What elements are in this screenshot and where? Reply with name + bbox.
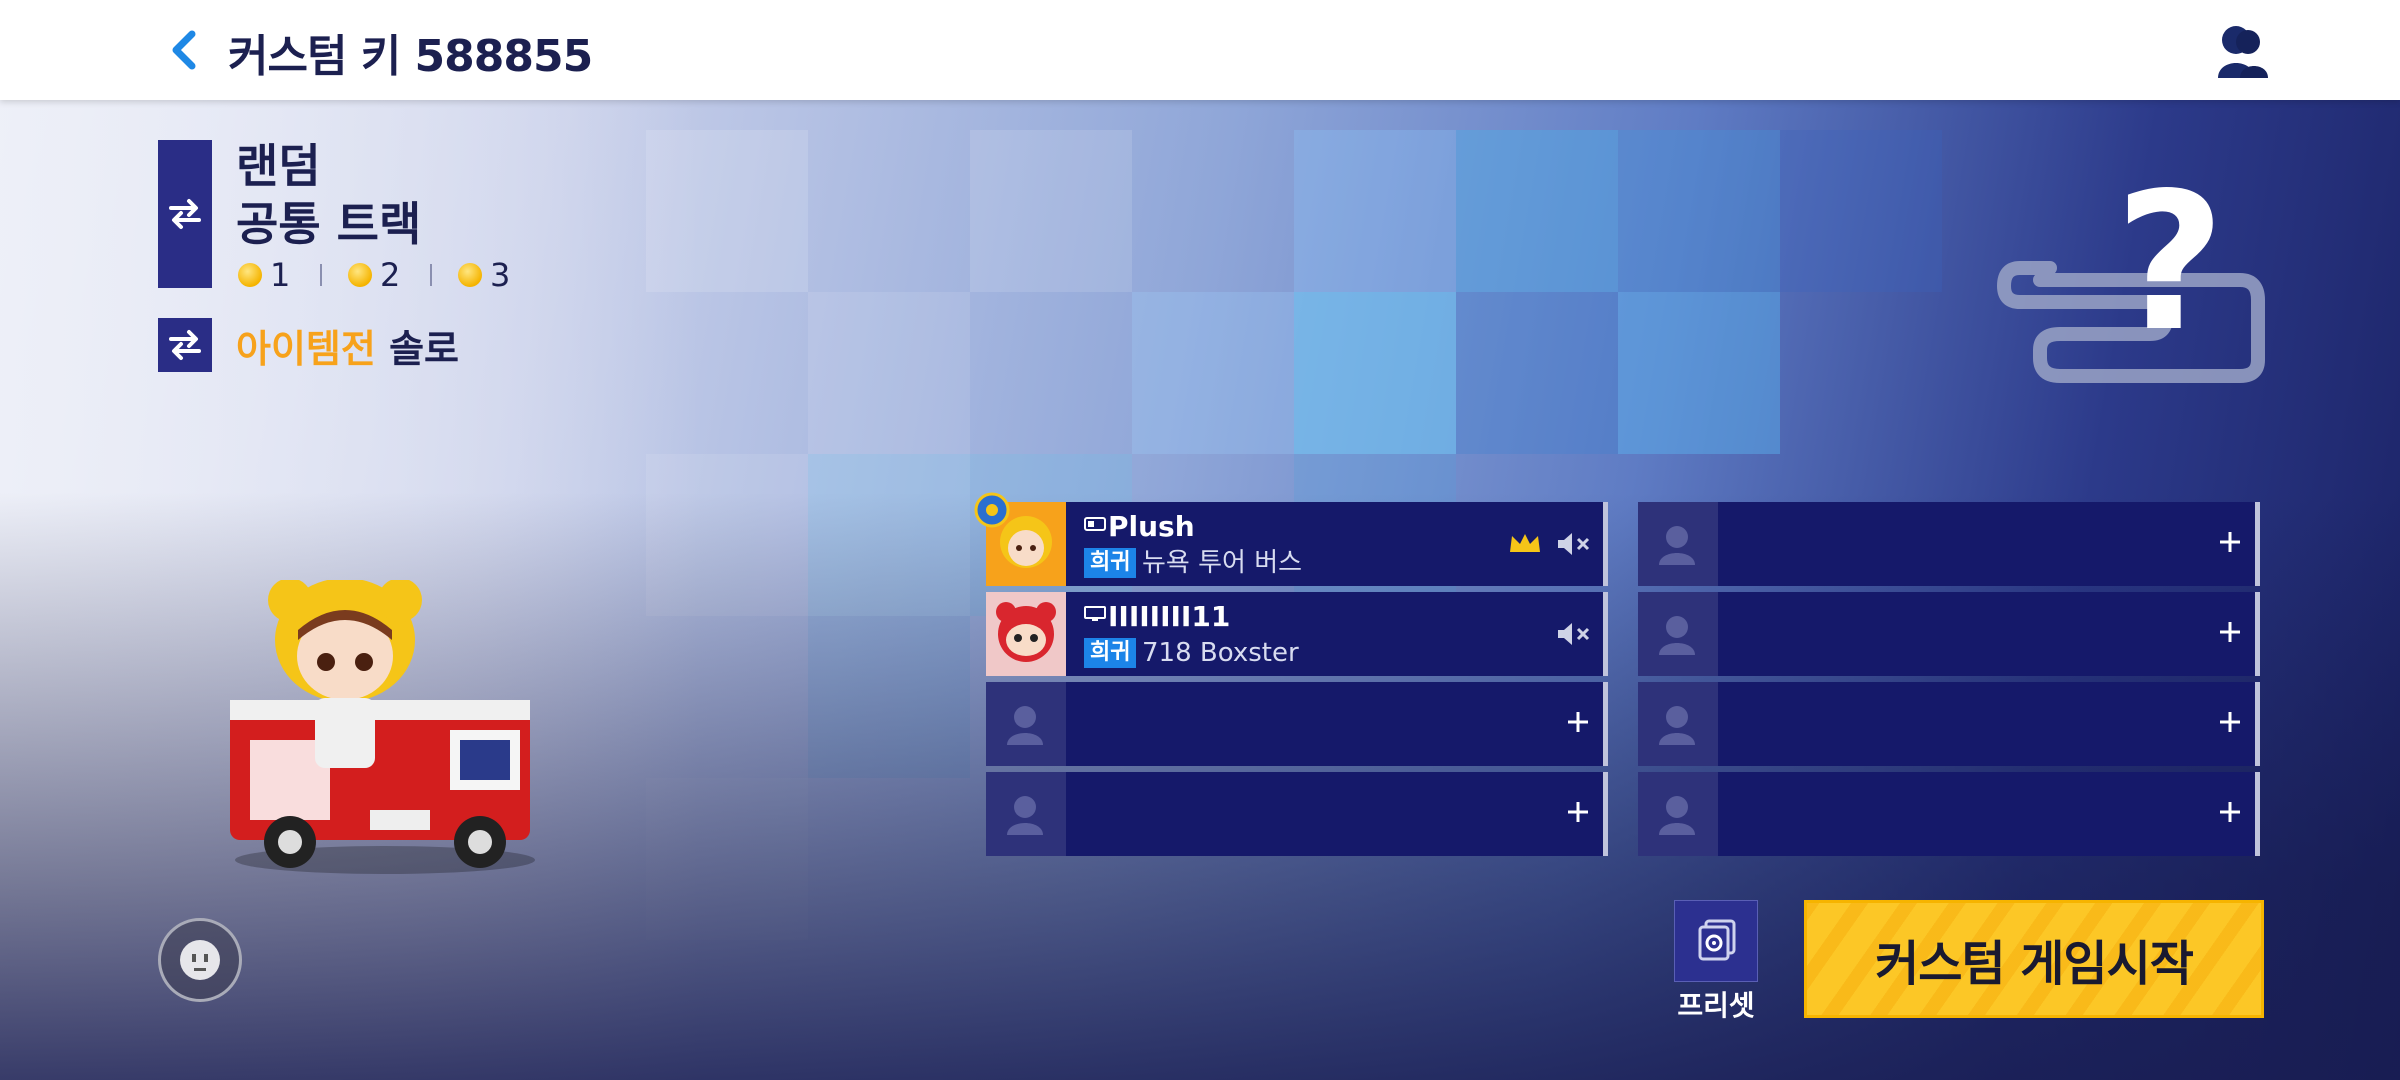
swap-icon [169, 330, 201, 360]
empty-slot[interactable] [1638, 682, 2260, 766]
slot-edge [2255, 682, 2260, 766]
character-kart-image [230, 580, 535, 874]
preset-button[interactable] [1674, 900, 1758, 982]
game-mode-label: 아이템전 솔로 [236, 318, 459, 373]
empty-slot[interactable] [1638, 502, 2260, 586]
user-placeholder-icon [1659, 526, 1695, 565]
user-placeholder-icon [1659, 616, 1695, 655]
plus-icon[interactable] [2212, 704, 2248, 740]
coin-reward-3: 3 [458, 256, 510, 294]
slot-edge [1603, 502, 1608, 586]
plus-icon[interactable] [1560, 794, 1596, 830]
divider [430, 264, 432, 286]
coin-icon [238, 263, 262, 287]
empty-avatar [1638, 682, 1718, 766]
empty-avatar [1638, 772, 1718, 856]
crown-icon [1510, 534, 1540, 552]
profile-icon[interactable] [2210, 18, 2274, 82]
mode-type: 아이템전 [236, 327, 376, 371]
coin-reward-2: 2 [348, 256, 400, 294]
swap-icon [169, 199, 201, 229]
slot-edge [2255, 502, 2260, 586]
empty-avatar [1638, 592, 1718, 676]
user-placeholder-icon [1007, 796, 1043, 835]
top-bar: 커스텀 키 588855 [0, 0, 2400, 100]
emote-button[interactable] [158, 918, 242, 1002]
slot-edge [1603, 682, 1608, 766]
plus-icon[interactable] [2212, 794, 2248, 830]
track-name: 랜덤 [236, 139, 321, 193]
empty-avatar [986, 772, 1066, 856]
rarity-badge: 희귀 [1084, 548, 1137, 578]
kart-name: 718 Boxster [1142, 638, 1299, 668]
track-swap-button[interactable] [158, 140, 212, 288]
controller-icon [1084, 517, 1106, 531]
kart-name: 뉴욕 투어 버스 [1142, 548, 1303, 578]
empty-slot[interactable] [986, 772, 1608, 856]
random-track-icon: ? [1997, 152, 2265, 383]
empty-avatar [986, 682, 1066, 766]
plus-icon[interactable] [2212, 524, 2248, 560]
user-placeholder-icon [1659, 706, 1695, 745]
player-name: IIIIIIII11 [1108, 600, 1231, 633]
player-slot[interactable]: Plush 희귀 뉴욕 투어 버스 [986, 502, 1608, 586]
empty-slot[interactable] [1638, 772, 2260, 856]
monitor-icon [1084, 606, 1106, 621]
slot-edge [1603, 772, 1608, 856]
slot-edge [2255, 772, 2260, 856]
player-slot[interactable]: IIIIIIII11 희귀 718 Boxster [986, 592, 1608, 676]
coin-reward-1: 1 [238, 256, 290, 294]
plus-icon[interactable] [1560, 704, 1596, 740]
user-placeholder-icon [1007, 706, 1043, 745]
emote-icon [180, 940, 220, 980]
plus-icon[interactable] [2212, 614, 2248, 650]
start-game-button[interactable]: 커스텀 게임시작 [1804, 900, 2264, 1018]
host-badge-icon [974, 492, 1010, 528]
empty-slot[interactable] [986, 682, 1608, 766]
back-icon[interactable] [160, 24, 212, 76]
room-title: 커스텀 키 588855 [228, 31, 593, 82]
slot-edge [1603, 592, 1608, 676]
coin-icon [458, 263, 482, 287]
rarity-badge: 희귀 [1084, 638, 1137, 668]
mode-swap-button[interactable] [158, 318, 212, 372]
empty-avatar [1638, 502, 1718, 586]
player-avatar [986, 592, 1066, 676]
preset-label: 프리셋 [1677, 989, 1755, 1022]
track-name-line2: 공통 트랙 [236, 197, 422, 251]
slot-edge [2255, 592, 2260, 676]
svg-text:?: ? [2115, 152, 2225, 373]
coin-icon [348, 263, 372, 287]
empty-slot[interactable] [1638, 592, 2260, 676]
divider [320, 264, 322, 286]
start-game-label: 커스텀 게임시작 [1875, 936, 2194, 992]
preset-icon [1698, 919, 1736, 961]
mode-team: 솔로 [389, 327, 459, 371]
user-placeholder-icon [1659, 796, 1695, 835]
player-name: Plush [1108, 510, 1195, 543]
mute-icon[interactable] [1556, 530, 1592, 558]
mute-icon[interactable] [1556, 620, 1592, 648]
